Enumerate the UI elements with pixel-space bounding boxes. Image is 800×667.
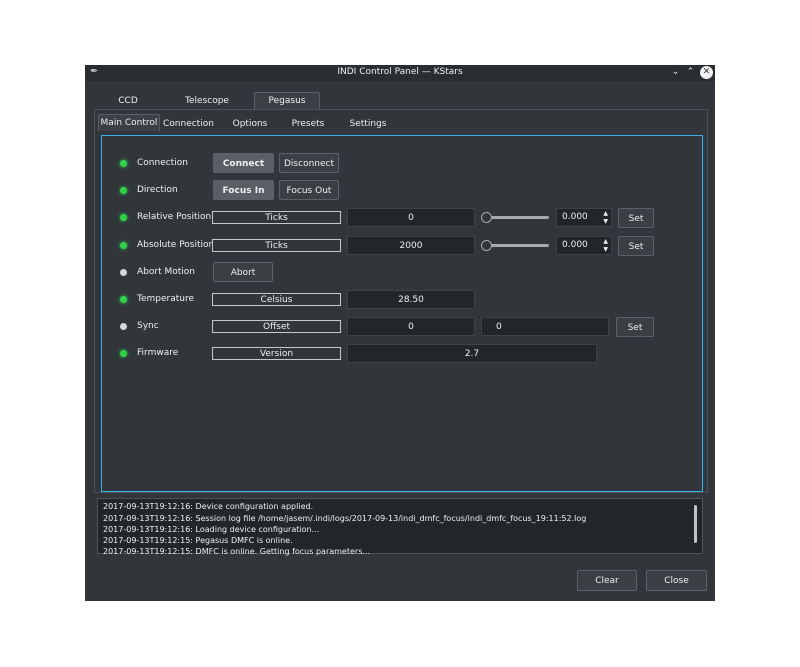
chevron-down-icon[interactable]: ⌄ xyxy=(669,66,682,79)
absolute-position-set-button[interactable]: Set xyxy=(618,236,654,256)
relative-position-slider-handle[interactable] xyxy=(481,212,492,223)
sync-offset-input[interactable]: 0 xyxy=(481,317,609,336)
absolute-position-value: 2000 xyxy=(347,236,475,255)
tab-connection[interactable]: Connection xyxy=(163,116,214,132)
celsius-label: Celsius xyxy=(212,293,341,306)
firmware-status-light xyxy=(120,350,127,357)
window-title: INDI Control Panel — KStars xyxy=(337,67,463,77)
close-button[interactable]: Close xyxy=(646,570,707,591)
absolute-position-slider[interactable] xyxy=(484,244,549,247)
sync-label: Sync xyxy=(137,321,159,331)
tab-options[interactable]: Options xyxy=(225,116,275,132)
absolute-position-spinbox[interactable]: 0.000 ▲ ▼ xyxy=(556,236,612,255)
relative-position-label: Relative Position xyxy=(137,212,212,222)
direction-status-light xyxy=(120,187,127,194)
spin-up-icon[interactable]: ▲ xyxy=(603,210,608,217)
tab-ccd-simulator[interactable]: CCD Simulator xyxy=(97,93,159,122)
relative-position-set-button[interactable]: Set xyxy=(618,208,654,228)
relative-position-spin-value: 0.000 xyxy=(562,212,588,222)
sync-status-light xyxy=(120,323,127,330)
focus-out-button[interactable]: Focus Out xyxy=(279,180,339,200)
firmware-version-value: 2.7 xyxy=(347,344,597,363)
chevron-up-icon[interactable]: ⌃ xyxy=(684,66,697,79)
indi-control-panel-window: ✒ INDI Control Panel — KStars ⌄ ⌃ ✕ CCD … xyxy=(85,65,715,601)
firmware-label: Firmware xyxy=(137,348,179,358)
temperature-label: Temperature xyxy=(137,294,195,304)
close-icon[interactable]: ✕ xyxy=(700,66,713,79)
sync-offset-value: 0 xyxy=(347,317,475,336)
relative-position-spinbox[interactable]: 0.000 ▲ ▼ xyxy=(556,208,612,227)
relative-position-value: 0 xyxy=(347,208,475,227)
message-log[interactable]: 2017-09-13T19:12:16: Device configuratio… xyxy=(97,498,703,556)
sync-set-button[interactable]: Set xyxy=(616,317,654,337)
log-line: 2017-09-13T19:12:16: Session log file /h… xyxy=(103,514,587,523)
main-control-pane xyxy=(101,135,703,492)
connection-label: Connection xyxy=(137,158,188,168)
absolute-ticks-label: Ticks xyxy=(212,239,341,252)
tab-pegasus-dmfc[interactable]: Pegasus DMFC xyxy=(254,92,320,122)
absolute-position-spin-value: 0.000 xyxy=(562,240,588,250)
spin-down-icon[interactable]: ▼ xyxy=(603,218,608,225)
temperature-value: 28.50 xyxy=(347,290,475,309)
clear-button[interactable]: Clear xyxy=(577,570,637,591)
tab-telescope-simulator[interactable]: Telescope Simulator xyxy=(165,93,249,122)
log-line: 2017-09-13T19:12:16: Loading device conf… xyxy=(103,525,320,534)
absolute-position-status-light xyxy=(120,242,127,249)
focus-in-button[interactable]: Focus In xyxy=(213,180,274,200)
disconnect-button[interactable]: Disconnect xyxy=(279,153,339,173)
log-line: 2017-09-13T19:12:15: Pegasus DMFC is onl… xyxy=(103,536,293,545)
spin-up-icon[interactable]: ▲ xyxy=(603,238,608,245)
absolute-position-slider-handle[interactable] xyxy=(481,240,492,251)
relative-position-slider[interactable] xyxy=(484,216,549,219)
relative-position-status-light xyxy=(120,214,127,221)
connect-button[interactable]: Connect xyxy=(213,153,274,173)
connection-status-light xyxy=(120,160,127,167)
tab-settings[interactable]: Settings xyxy=(344,116,392,132)
relative-ticks-label: Ticks xyxy=(212,211,341,224)
tab-main-control[interactable]: Main Control xyxy=(98,114,160,131)
version-label: Version xyxy=(212,347,341,360)
spin-down-icon[interactable]: ▼ xyxy=(603,246,608,253)
direction-label: Direction xyxy=(137,185,178,195)
log-line: 2017-09-13T19:12:16: Device configuratio… xyxy=(103,502,314,511)
title-bar[interactable]: ✒ INDI Control Panel — KStars ⌄ ⌃ ✕ xyxy=(85,65,715,81)
abort-motion-label: Abort Motion xyxy=(137,267,195,277)
abort-button[interactable]: Abort xyxy=(213,262,273,282)
log-line: 2017-09-13T19:12:15: DMFC is online. Get… xyxy=(103,547,370,556)
log-scrollbar[interactable] xyxy=(694,505,697,543)
absolute-position-label: Absolute Position xyxy=(137,240,215,250)
abort-motion-status-light xyxy=(120,269,127,276)
offset-label: Offset xyxy=(212,320,341,333)
tab-presets[interactable]: Presets xyxy=(285,116,331,132)
temperature-status-light xyxy=(120,296,127,303)
